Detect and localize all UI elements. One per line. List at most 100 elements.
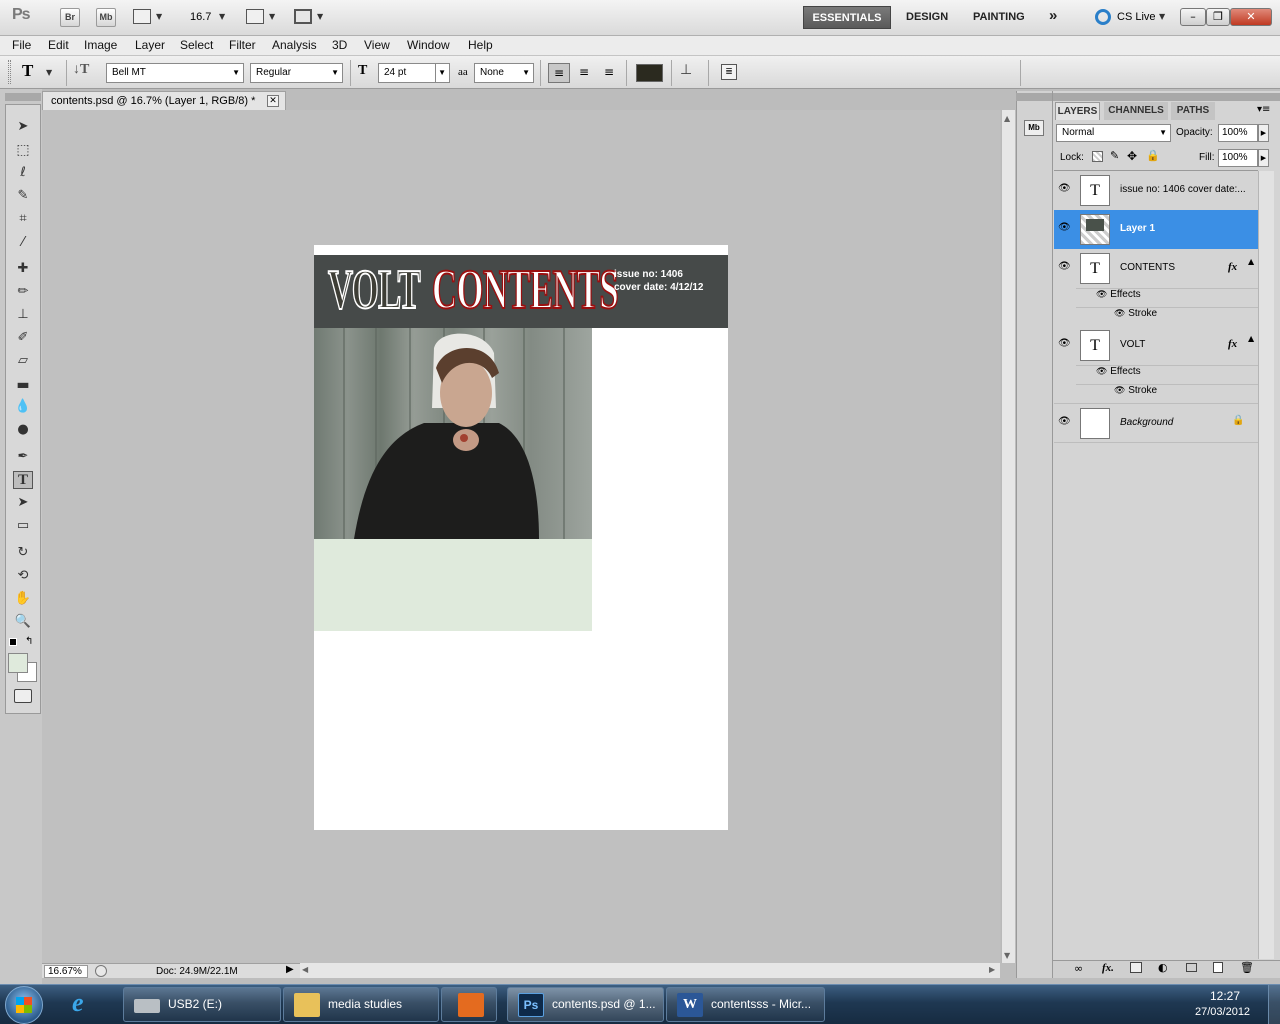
more-workspaces-button[interactable]: » — [1049, 7, 1057, 24]
menu-edit[interactable]: Edit — [48, 38, 69, 52]
effects-row[interactable]: 👁 Effects — [1076, 365, 1258, 383]
menu-view[interactable]: View — [364, 38, 390, 52]
rectangle-tool-icon[interactable]: ▭ — [13, 517, 33, 535]
workspace-essentials[interactable]: ESSENTIALS — [803, 6, 891, 29]
arrange-documents-icon[interactable] — [246, 9, 264, 24]
menu-help[interactable]: Help — [468, 38, 493, 52]
move-tool-icon[interactable]: ➤ — [13, 118, 33, 136]
menu-layer[interactable]: Layer — [135, 38, 165, 52]
chevron-down-icon[interactable]: ▼ — [1159, 12, 1165, 21]
chevron-down-icon[interactable]: ▼ — [269, 12, 275, 21]
zoom-tool-icon[interactable]: 🔍 — [13, 613, 33, 631]
close-button[interactable]: ✕ — [1230, 8, 1272, 26]
layer-row-volt[interactable]: 👁 T VOLT fx ▲ — [1054, 326, 1258, 365]
adjustment-layer-icon[interactable]: ◐ — [1158, 961, 1168, 974]
chevron-down-icon[interactable]: ▼ — [317, 12, 323, 21]
tab-channels[interactable]: CHANNELS — [1104, 102, 1168, 120]
bridge-button[interactable]: Br — [60, 8, 80, 27]
stroke-effect-row[interactable]: 👁 Stroke — [1076, 384, 1258, 402]
start-button[interactable] — [5, 986, 43, 1024]
type-tool-preset-icon[interactable]: T — [22, 61, 33, 81]
align-right-button[interactable]: ≡ — [598, 63, 620, 83]
font-size-select[interactable]: 24 pt ▼ — [378, 63, 450, 83]
default-colors-icon[interactable] — [9, 638, 17, 646]
menu-file[interactable]: File — [12, 38, 31, 52]
menu-image[interactable]: Image — [84, 38, 117, 52]
screen-mode-icon[interactable] — [294, 9, 312, 24]
taskbar-item-usb2[interactable]: USB2 (E:) — [123, 987, 281, 1022]
lock-position-icon[interactable]: ✥ — [1127, 149, 1137, 163]
pen-tool-icon[interactable]: ✒ — [13, 448, 33, 466]
dodge-tool-icon[interactable]: ● — [13, 421, 33, 439]
lock-transparent-icon[interactable] — [1092, 151, 1103, 162]
lock-pixels-icon[interactable]: ✎ — [1110, 149, 1119, 162]
vertical-scrollbar[interactable] — [1001, 110, 1015, 963]
foreground-color-swatch[interactable] — [8, 653, 28, 673]
fill-field[interactable]: 100% — [1218, 149, 1258, 167]
visibility-eye-icon[interactable]: 👁 — [1114, 385, 1125, 395]
layer-row-issue-text[interactable]: 👁 T issue no: 1406 cover date:... — [1054, 171, 1258, 210]
workspace-painting[interactable]: PAINTING — [973, 11, 1025, 23]
font-style-select[interactable]: Regular ▼ — [250, 63, 343, 83]
chevron-down-icon[interactable]: ▼ — [156, 12, 162, 21]
taskbar-item-photoshop[interactable]: Ps contents.psd @ 1... — [507, 987, 664, 1022]
new-layer-icon[interactable] — [1213, 962, 1223, 973]
chevron-down-icon[interactable]: ▼ — [46, 68, 52, 77]
align-left-button[interactable]: ≡ — [548, 63, 570, 83]
opacity-slider-arrow-icon[interactable]: ▶ — [1258, 124, 1269, 142]
zoom-status-field[interactable]: 16.67% — [44, 965, 88, 978]
add-mask-icon[interactable] — [1130, 962, 1142, 973]
effects-row[interactable]: 👁 Effects — [1076, 288, 1258, 306]
menu-filter[interactable]: Filter — [229, 38, 256, 52]
new-group-icon[interactable] — [1186, 963, 1197, 972]
menu-select[interactable]: Select — [180, 38, 213, 52]
visibility-eye-icon[interactable]: 👁 — [1058, 183, 1071, 195]
quick-mask-icon[interactable] — [14, 689, 32, 703]
scroll-left-icon[interactable]: ◀ — [302, 965, 308, 974]
healing-brush-tool-icon[interactable]: ✚ — [13, 260, 33, 278]
add-layer-style-icon[interactable]: fx. — [1102, 962, 1114, 974]
cs-live-button[interactable]: CS Live — [1117, 11, 1156, 23]
warp-text-icon[interactable]: ⊥ — [680, 62, 692, 79]
taskbar-item-word[interactable]: Wcontentsss - Micr... — [666, 987, 825, 1022]
extras-icon[interactable] — [133, 9, 151, 24]
mini-bridge-button[interactable]: Mb — [96, 8, 116, 27]
swap-colors-icon[interactable]: ↰ — [25, 636, 33, 647]
character-panel-icon[interactable]: ≣ — [721, 64, 737, 80]
blend-mode-select[interactable]: Normal ▼ — [1056, 124, 1171, 142]
visibility-eye-icon[interactable]: 👁 — [1114, 308, 1125, 318]
3d-rotate-tool-icon[interactable]: ↻ — [13, 544, 33, 562]
taskbar-item-media-player[interactable] — [441, 987, 497, 1022]
workspace-design[interactable]: DESIGN — [906, 11, 948, 23]
fx-icon[interactable]: fx — [1228, 261, 1237, 273]
document-tab[interactable]: contents.psd @ 16.7% (Layer 1, RGB/8) * — [42, 91, 286, 110]
show-desktop-button[interactable] — [1268, 985, 1280, 1024]
collapse-effects-icon[interactable]: ▲ — [1248, 334, 1254, 343]
quick-selection-tool-icon[interactable]: ✎ — [13, 187, 33, 205]
visibility-eye-icon[interactable]: 👁 — [1096, 366, 1107, 376]
menu-3d[interactable]: 3D — [332, 38, 347, 52]
fill-slider-arrow-icon[interactable]: ▶ — [1258, 149, 1269, 167]
eyedropper-tool-icon[interactable]: ⁄ — [13, 234, 33, 252]
cs-live-icon[interactable] — [1095, 9, 1111, 25]
visibility-eye-icon[interactable]: 👁 — [1058, 222, 1071, 234]
clone-stamp-tool-icon[interactable]: ⊥ — [13, 306, 33, 324]
panel-menu-icon[interactable]: ▾≡ — [1257, 104, 1270, 115]
stroke-effect-row[interactable]: 👁 Stroke — [1076, 307, 1258, 325]
scroll-down-icon[interactable]: ▼ — [1004, 951, 1010, 960]
hand-tool-icon[interactable]: ✋ — [13, 590, 33, 608]
scroll-right-icon[interactable]: ▶ — [989, 965, 995, 974]
layer-row-background[interactable]: 👁 Background 🔒 — [1054, 403, 1258, 442]
antialias-select[interactable]: None ▼ — [474, 63, 534, 83]
horizontal-scrollbar[interactable] — [300, 963, 1000, 978]
align-center-button[interactable]: ≡ — [573, 63, 595, 83]
crop-tool-icon[interactable]: ⌗ — [13, 210, 33, 228]
status-info-icon[interactable] — [95, 965, 107, 977]
status-menu-arrow-icon[interactable]: ▶ — [286, 964, 294, 975]
text-color-swatch[interactable] — [636, 64, 663, 82]
scroll-up-icon[interactable]: ▲ — [1004, 114, 1010, 123]
layer-row-layer-1[interactable]: 👁 Layer 1 — [1054, 210, 1258, 249]
3d-orbit-tool-icon[interactable]: ⟲ — [13, 567, 33, 585]
layers-scrollbar[interactable] — [1258, 171, 1274, 959]
chevron-down-icon[interactable]: ▼ — [219, 12, 225, 21]
